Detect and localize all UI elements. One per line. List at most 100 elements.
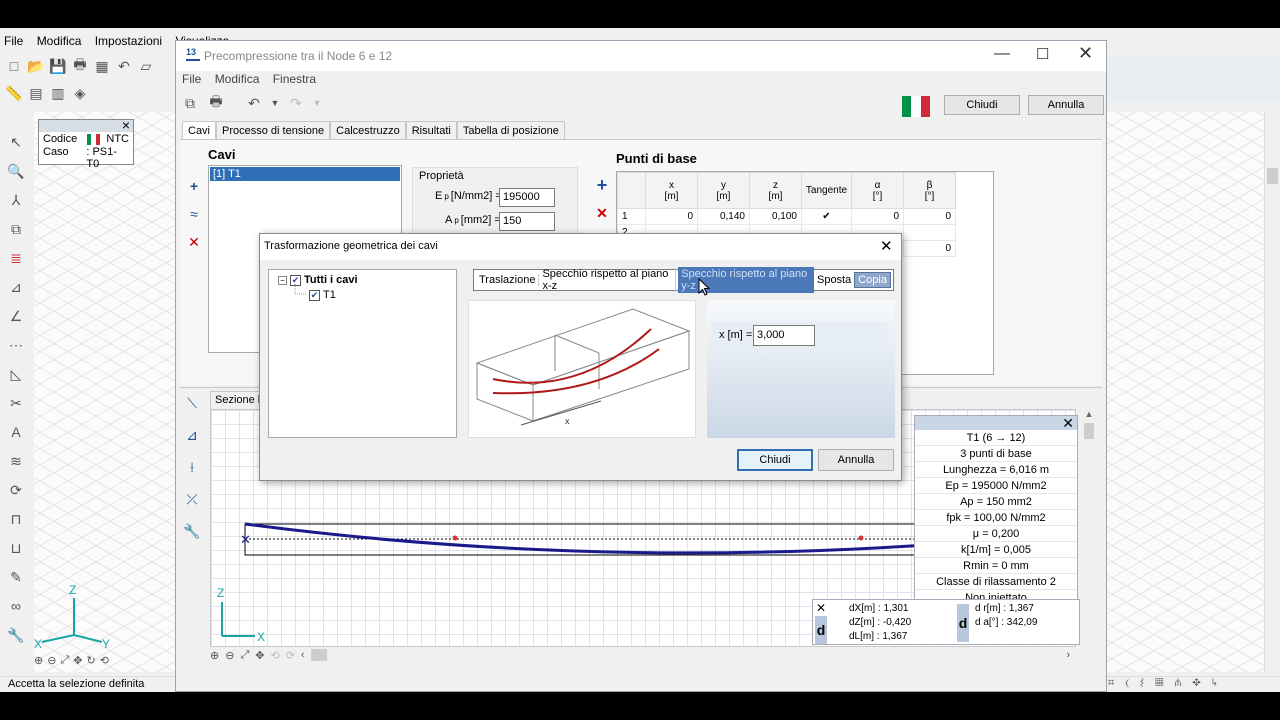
tab-cavi[interactable]: Cavi [182, 121, 217, 139]
axes-icon[interactable]: ⅄ [6, 190, 26, 210]
menu-file[interactable]: File [4, 34, 23, 48]
tree-collapse-icon[interactable]: − [278, 275, 287, 285]
rotate-icon[interactable]: ⟳ [6, 480, 26, 500]
tree-child[interactable]: ✔ T1 [309, 289, 336, 301]
pointer-icon[interactable]: ↖ [6, 132, 26, 152]
table-icon[interactable]: ▤ [26, 83, 46, 103]
edit-cable-icon[interactable]: ≈ [184, 204, 204, 224]
right-scrollbar[interactable] [1264, 112, 1280, 672]
tab-specchio-xz[interactable]: Specchio rispetto al piano x-z [539, 268, 677, 292]
redo-dropdown-icon[interactable]: ▼ [312, 93, 322, 113]
window-annulla-button[interactable]: Annulla [1028, 95, 1104, 115]
print-icon[interactable]: 🖶 [70, 56, 90, 76]
pen-icon[interactable]: ✎ [6, 567, 26, 587]
delete-cable-icon[interactable]: ✕ [184, 232, 204, 252]
line-icon[interactable]: ∠ [6, 306, 26, 326]
menu-impostazioni[interactable]: Impostazioni [95, 34, 162, 48]
step-icon[interactable]: ⊔ [6, 538, 26, 558]
ruler-icon[interactable]: 📏 [4, 83, 24, 103]
table-row[interactable]: 1 0 0,140 0,100 ✔ 0 0 [617, 208, 956, 225]
layer-stack-icon[interactable]: ≋ [6, 451, 26, 471]
zoom-icon[interactable]: 🔍 [6, 161, 26, 181]
dialog-annulla-button[interactable]: Annulla [818, 449, 894, 471]
ap-field[interactable]: 150 [499, 212, 555, 231]
tab-traslazione[interactable]: Traslazione [476, 274, 540, 286]
section-scroll-right-icon[interactable]: › [1066, 649, 1070, 663]
x-input[interactable]: 3,000 [753, 325, 815, 346]
measure-close-icon[interactable]: ✕ [816, 601, 826, 615]
node-grid-icon[interactable]: ⋯ [6, 335, 26, 355]
window-menu-file[interactable]: File [182, 72, 201, 86]
section-zoom-in-icon[interactable]: ⊕ [210, 649, 219, 663]
props-close-icon[interactable]: ✕ [1062, 416, 1074, 430]
section-wrench-icon[interactable]: 🔧 [182, 521, 202, 541]
cube-icon[interactable]: ◈ [70, 83, 90, 103]
info-box-close-icon[interactable]: × [122, 118, 130, 132]
tab-risultati[interactable]: Risultati [405, 121, 457, 139]
section-hscroll-thumb[interactable] [310, 649, 327, 661]
tab-copia[interactable]: Copia [854, 272, 891, 288]
section-zoom-out-icon[interactable]: ⊖ [225, 649, 234, 663]
cut-icon[interactable]: ✂ [6, 393, 26, 413]
section-vscroll[interactable]: ▲ [1078, 409, 1100, 647]
window-menu-finestra[interactable]: Finestra [273, 72, 316, 86]
redo-icon[interactable]: ↷ [286, 93, 306, 113]
add-node-icon[interactable]: ⟊ [182, 457, 202, 477]
window-undo-icon[interactable]: ↶ [244, 93, 264, 113]
section-next-icon[interactable]: ⟳ [286, 649, 295, 663]
minimize-icon[interactable]: — [994, 45, 1010, 63]
zoom-fit-icon[interactable]: ⤢ [60, 654, 69, 670]
tab-tabella[interactable]: Tabella di posizione [456, 121, 565, 139]
frame-icon[interactable]: ⊓ [6, 509, 26, 529]
remove-node-icon[interactable]: ⤫ [182, 489, 202, 509]
cavi-list-item[interactable]: [1] T1 [210, 167, 400, 181]
copy-icon[interactable]: ⧉ [180, 93, 200, 113]
section-scroll-left-icon[interactable]: ‹ [301, 649, 305, 663]
transform-tabs: Traslazione Specchio rispetto al piano x… [473, 267, 894, 293]
surface-icon[interactable]: ▱ [136, 56, 156, 76]
refresh-icon[interactable]: ↻ [86, 654, 95, 670]
window-print-icon[interactable]: 🖶 [206, 93, 226, 113]
tab-sposta[interactable]: Sposta [814, 274, 854, 286]
window-close-icon[interactable]: ✕ [1078, 43, 1093, 64]
viewport-right[interactable] [1106, 112, 1264, 672]
zoom-out-icon[interactable]: ⊖ [47, 654, 56, 670]
dialog-chiudi-button[interactable]: Chiudi [737, 449, 813, 471]
window-menu-modifica[interactable]: Modifica [215, 72, 260, 86]
maximize-icon[interactable]: ☐ [1036, 45, 1049, 63]
grid-icon[interactable]: ▥ [48, 83, 68, 103]
undo-icon[interactable]: ↶ [114, 56, 134, 76]
tangent-icon[interactable]: ⊿ [182, 425, 202, 445]
add-point-icon[interactable]: + [592, 175, 612, 195]
measure-icon[interactable]: ◺ [6, 364, 26, 384]
text-icon[interactable]: A [6, 422, 26, 442]
pan-icon[interactable]: ✥ [73, 654, 82, 670]
undo-dropdown-icon[interactable]: ▼ [270, 93, 280, 113]
dimension-icon[interactable]: ⊿ [6, 277, 26, 297]
window-chiudi-button[interactable]: Chiudi [944, 95, 1020, 115]
section-vscroll-thumb[interactable] [1084, 423, 1094, 439]
open-folder-icon[interactable]: 📂 [26, 56, 46, 76]
new-file-icon[interactable]: □ [4, 56, 24, 76]
menu-modifica[interactable]: Modifica [37, 34, 82, 48]
ep-field[interactable]: 195000 [499, 188, 555, 207]
right-scrollbar-thumb[interactable] [1267, 168, 1278, 184]
section-pan-icon[interactable]: ✥ [255, 649, 264, 663]
save-icon[interactable]: 💾 [48, 56, 68, 76]
glasses-icon[interactable]: ∞ [6, 596, 26, 616]
box-icon[interactable]: ⧉ [6, 219, 26, 239]
wrench-icon[interactable]: 🔧 [6, 625, 26, 645]
dialog-close-icon[interactable]: ✕ [880, 237, 893, 255]
zoom-prev-icon[interactable]: ⟲ [100, 654, 109, 670]
tree-root[interactable]: − ✔ Tutti i cavi [278, 274, 358, 286]
color-layers-icon[interactable]: ≣ [6, 248, 26, 268]
section-prev-icon[interactable]: ⟲ [270, 649, 279, 663]
draw-cable-icon[interactable]: ⟍ [182, 393, 202, 413]
add-cable-icon[interactable]: + [184, 176, 204, 196]
layers-icon[interactable]: ▦ [92, 56, 112, 76]
delete-point-icon[interactable]: ✕ [592, 203, 612, 223]
tab-calcestruzzo[interactable]: Calcestruzzo [330, 121, 406, 139]
section-zoom-fit-icon[interactable]: ⤢ [240, 649, 249, 663]
zoom-in-icon[interactable]: ⊕ [34, 654, 43, 670]
tab-processo[interactable]: Processo di tensione [216, 121, 331, 139]
